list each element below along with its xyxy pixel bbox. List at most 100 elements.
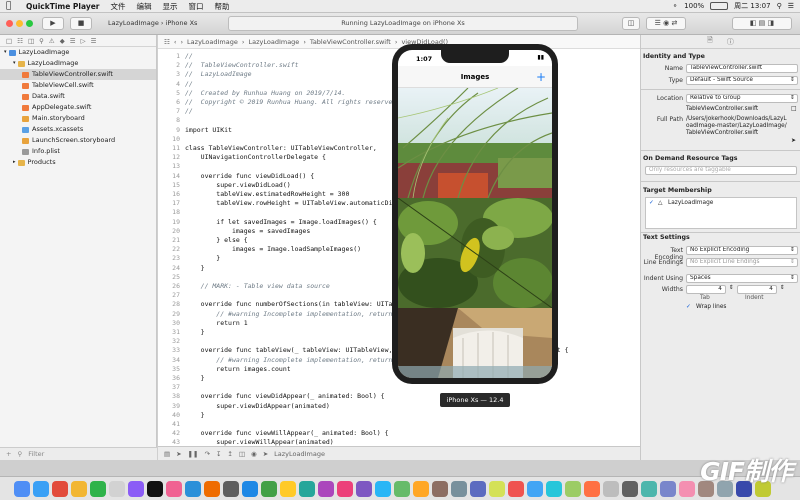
add-image-icon[interactable]: + [536,66,546,88]
app-menu[interactable]: QuickTime Player [26,2,100,11]
file-tree-item[interactable]: Data.swift [0,91,156,102]
tab-width-field[interactable]: 4 [686,285,726,294]
jumpbar-file[interactable]: TableViewController.swift [310,38,391,46]
find-tab-icon[interactable]: ⚲ [39,37,44,45]
code-line[interactable]: super.viewDidAppear(animated) [185,402,330,410]
dock-app-icon[interactable] [394,481,410,497]
dock-app-icon[interactable] [527,481,543,497]
run-button[interactable]: ▶ [42,17,64,30]
menu-list-icon[interactable]: ☰ [788,2,794,10]
code-line[interactable]: } [185,411,205,419]
dock-app-icon[interactable] [337,481,353,497]
window-minimize-button[interactable] [16,20,23,27]
code-line[interactable]: override func viewDidAppear(_ animated: … [185,392,385,400]
file-tree-item[interactable]: LaunchScreen.storyboard [0,135,156,146]
forward-arrow-icon[interactable]: › [180,38,183,46]
battery-icon[interactable] [710,2,729,10]
endings-select[interactable]: No Explicit Line Endings ⇕ [686,258,798,267]
apple-menu-icon[interactable]:  [6,1,16,11]
window-zoom-button[interactable] [26,20,33,27]
dock-app-icon[interactable] [622,481,638,497]
code-line[interactable]: class TableViewController: UITableViewCo… [185,144,377,152]
dock-app-icon[interactable] [641,481,657,497]
code-line[interactable]: import UIKit [185,126,232,134]
menu-view[interactable]: 显示 [163,1,178,12]
name-field[interactable]: TableViewController.swift [686,64,798,73]
reveal-in-finder-icon[interactable]: ➤ [791,137,796,144]
file-tree-item[interactable]: ▾ LazyLoadImage [0,58,156,69]
code-line[interactable]: if let savedImages = Image.loadImages() … [185,218,376,226]
wrap-lines-checkbox[interactable]: ✓ [686,304,691,311]
code-line[interactable]: super.viewDidLoad() [185,181,290,189]
code-line[interactable]: tableView.rowHeight = UITableView.automa… [185,199,420,207]
code-line[interactable]: // [185,107,193,115]
code-line[interactable]: UINavigationControllerDelegate { [185,153,326,161]
indent-width-stepper[interactable]: ⇕ [780,285,785,292]
folder-icon[interactable]: □ [791,105,797,112]
dock-app-icon[interactable] [128,481,144,497]
scheme-selector[interactable]: LazyLoadImage › iPhone Xs [108,17,220,30]
code-line[interactable]: // [185,52,193,60]
menu-window[interactable]: 窗口 [189,1,204,12]
dock-app-icon[interactable] [660,481,676,497]
table-row-photo-grass[interactable] [398,88,552,198]
view-hierarchy-icon[interactable]: ◫ [239,450,245,458]
test-tab-icon[interactable]: ◆ [60,37,65,45]
code-line[interactable]: // Copyright © 2019 Runhua Huang. All ri… [185,98,400,106]
dock-app-icon[interactable] [71,481,87,497]
dock-app-icon[interactable] [413,481,429,497]
panel-toggle-segmented[interactable]: ◧ ▤ ◨ [732,17,792,30]
code-line[interactable]: tableView.estimatedRowHeight = 300 [185,190,349,198]
code-line[interactable]: } [185,254,220,262]
dock-app-icon[interactable] [52,481,68,497]
dock-app-icon[interactable] [679,481,695,497]
spotlight-search-icon[interactable]: ⚲ [777,2,782,10]
disclosure-triangle-icon[interactable]: ▾ [4,47,7,58]
dock-app-icon[interactable] [299,481,315,497]
dock-app-icon[interactable] [375,481,391,497]
jumpbar-project[interactable]: LazyLoadImage [187,38,238,46]
dock-app-icon[interactable] [90,481,106,497]
menu-edit[interactable]: 编辑 [137,1,152,12]
show-debug-area-icon[interactable]: ▤ [164,450,170,458]
library-button[interactable]: ◫ [622,17,640,30]
dock-app-icon[interactable] [166,481,182,497]
editor-mode-segmented[interactable]: ☰ ◉ ⇄ [646,17,686,30]
stop-button[interactable]: ■ [70,17,92,30]
code-line[interactable]: } [185,264,205,272]
code-line[interactable]: override func viewDidLoad() { [185,172,315,180]
file-tree-item[interactable]: TableViewController.swift [0,69,156,80]
dock-app-icon[interactable] [432,481,448,497]
symbol-tab-icon[interactable]: ◫ [28,37,34,45]
file-tree-item[interactable]: Main.storyboard [0,113,156,124]
location-icon[interactable]: ➤ [263,450,268,458]
menu-file[interactable]: 文件 [111,1,126,12]
indent-select[interactable]: Spaces ⇕ [686,274,798,283]
dock-app-icon[interactable] [508,481,524,497]
simulator-screen[interactable]: 1:07 ▮▮ Images + [398,50,552,378]
indent-width-field[interactable]: 4 [737,285,777,294]
breakpoint-tab-icon[interactable]: ▷ [81,37,86,45]
menu-help[interactable]: 帮助 [215,1,230,12]
file-inspector-icon[interactable]: 🗎 [707,36,713,47]
dock-app-icon[interactable] [223,481,239,497]
back-arrow-icon[interactable]: ‹ [174,38,177,46]
membership-checkbox[interactable]: ✓ [649,200,654,207]
debug-tab-icon[interactable]: ☰ [70,37,76,45]
code-line[interactable]: // [185,80,193,88]
dock-app-icon[interactable] [185,481,201,497]
code-line[interactable]: // MARK: - Table view data source [185,282,330,290]
dock-app-icon[interactable] [470,481,486,497]
dock-app-icon[interactable] [356,481,372,497]
dock-app-icon[interactable] [33,481,49,497]
issue-tab-icon[interactable]: ⚠ [49,37,55,45]
wifi-icon[interactable]: ⚬ [672,2,678,10]
menubar-clock[interactable]: 周二 13:07 [734,1,770,11]
step-out-icon[interactable]: ↥ [227,450,232,458]
table-row-photo-leaves[interactable] [398,198,552,308]
dock-app-icon[interactable] [147,481,163,497]
window-close-button[interactable] [6,20,13,27]
step-over-icon[interactable]: ↷ [205,450,210,458]
quick-help-icon[interactable]: ⓘ [727,37,734,47]
report-tab-icon[interactable]: ☰ [91,37,97,45]
